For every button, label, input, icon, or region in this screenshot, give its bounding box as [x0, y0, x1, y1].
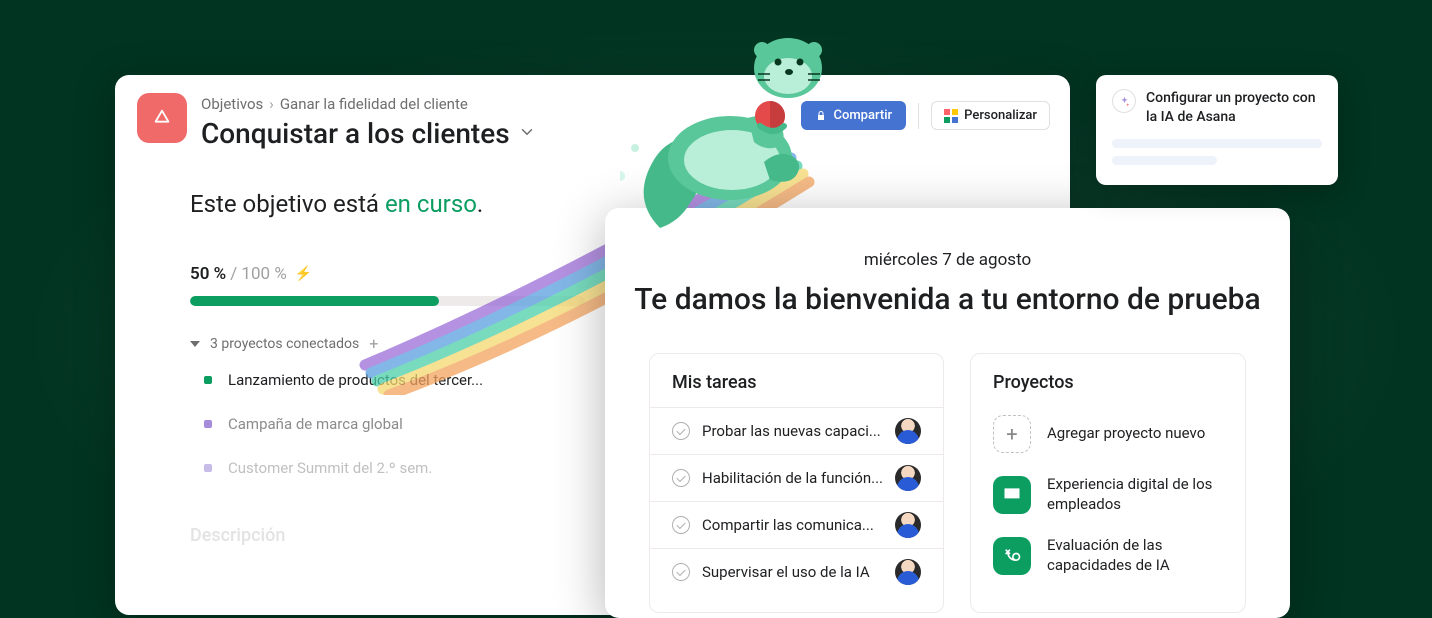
task-label: Probar las nuevas capaci...: [702, 422, 883, 440]
breadcrumb-current[interactable]: Ganar la fidelidad del cliente: [280, 95, 468, 113]
dashboard-welcome: Te damos la bienvenida a tu entorno de p…: [605, 282, 1290, 317]
check-circle-icon[interactable]: [672, 516, 690, 534]
task-row[interactable]: Habilitación de la función...: [650, 454, 943, 501]
my-tasks-panel: Mis tareas Probar las nuevas capaci... H…: [649, 353, 944, 613]
task-row[interactable]: Supervisar el uso de la IA: [650, 548, 943, 595]
check-circle-icon[interactable]: [672, 422, 690, 440]
my-tasks-title: Mis tareas: [650, 372, 943, 407]
plus-icon: +: [993, 415, 1031, 453]
progress-bar: [190, 296, 585, 306]
bullet-icon: [204, 464, 212, 472]
add-connected-project-button[interactable]: +: [369, 334, 378, 353]
avatar[interactable]: [895, 512, 921, 538]
strategy-icon: [993, 537, 1031, 575]
lock-icon: [815, 110, 827, 122]
projects-panel: Proyectos + Agregar proyecto nuevo Exper…: [970, 353, 1246, 613]
customize-icon: [944, 109, 958, 123]
monitor-icon: [993, 476, 1031, 514]
chevron-down-icon[interactable]: [518, 123, 536, 145]
bullet-icon: [204, 376, 212, 384]
projects-title: Proyectos: [971, 372, 1245, 407]
status-prefix: Este objetivo está: [190, 190, 385, 218]
bolt-icon: ⚡: [295, 266, 312, 282]
task-row[interactable]: Probar las nuevas capaci...: [650, 407, 943, 454]
project-label: Experiencia digital de los empleados: [1047, 475, 1217, 514]
customize-button[interactable]: Personalizar: [931, 101, 1050, 130]
status-accent: en curso: [385, 190, 477, 218]
task-label: Compartir las comunica...: [702, 516, 883, 534]
goal-icon: [137, 93, 187, 143]
task-row[interactable]: Compartir las comunica...: [650, 501, 943, 548]
ai-config-text: Configurar un proyecto con la IA de Asan…: [1146, 89, 1322, 127]
add-project-button[interactable]: + Agregar proyecto nuevo: [993, 415, 1223, 453]
task-label: Habilitación de la función...: [702, 469, 883, 487]
avatar[interactable]: [895, 465, 921, 491]
dashboard-date: miércoles 7 de agosto: [605, 250, 1290, 270]
project-item[interactable]: Evaluación de las capacidades de IA: [993, 536, 1223, 575]
add-project-label: Agregar proyecto nuevo: [1047, 424, 1205, 444]
customize-label: Personalizar: [964, 108, 1037, 123]
check-circle-icon[interactable]: [672, 469, 690, 487]
separator: [918, 103, 919, 129]
bullet-icon: [204, 420, 212, 428]
share-label: Compartir: [833, 108, 892, 123]
avatar[interactable]: [895, 559, 921, 585]
sparkle-icon: [1112, 89, 1136, 113]
progress-max: / 100 %: [230, 264, 287, 284]
share-button[interactable]: Compartir: [801, 101, 906, 130]
task-label: Supervisar el uso de la IA: [702, 563, 883, 581]
project-item[interactable]: Experiencia digital de los empleados: [993, 475, 1223, 514]
progress-current: 50 %: [190, 264, 226, 284]
dashboard-card: miércoles 7 de agosto Te damos la bienve…: [605, 208, 1290, 618]
project-label: Evaluación de las capacidades de IA: [1047, 536, 1217, 575]
connected-projects-label[interactable]: 3 proyectos conectados: [210, 336, 359, 352]
objective-title: Conquistar a los clientes: [201, 117, 510, 150]
avatar[interactable]: [895, 418, 921, 444]
status-suffix: .: [477, 190, 483, 218]
check-circle-icon[interactable]: [672, 563, 690, 581]
skeleton-lines: [1112, 139, 1322, 165]
breadcrumb-root[interactable]: Objetivos: [201, 95, 263, 113]
caret-down-icon[interactable]: [190, 341, 200, 347]
chevron-right-icon: ›: [269, 95, 274, 113]
ai-config-card[interactable]: Configurar un proyecto con la IA de Asan…: [1096, 75, 1338, 185]
